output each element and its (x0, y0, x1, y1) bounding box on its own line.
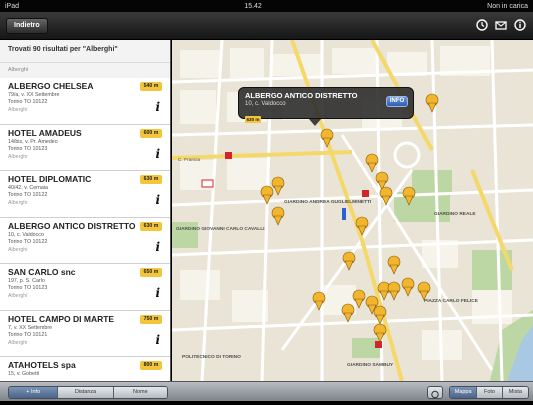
distance-badge: 540 m (140, 82, 162, 91)
current-location-marker (342, 208, 346, 220)
hotel-name: HOTEL CAMPO DI MARTE (8, 313, 115, 324)
list-item[interactable]: ALBERGO CHELSEA 79/a, v. XX Settembre To… (0, 78, 170, 125)
back-button[interactable]: Indietro (6, 18, 48, 34)
map-label-giardino-cavalli: GIARDINO GIOVANNI CARLO CAVALLI (176, 226, 265, 232)
map-label-giardino-guglielminetti: GIARDINO ANDREA GUGLIELMINETTI (284, 199, 372, 205)
hotel-category: Alberghi (8, 153, 28, 160)
info-detail-icon[interactable]: i (155, 240, 160, 254)
hotel-street: 14/bis, v. Pr. Amedeo (8, 138, 58, 145)
map-type-segmented-control: Mappa Foto Mista (449, 386, 529, 399)
list-item[interactable]: SAN CARLO snc 197, p. S. Carlo Torino TO… (0, 264, 170, 311)
device-label: iPad (5, 2, 20, 10)
status-bar: iPad 15.42 Non in carica (0, 0, 533, 12)
map-label-giardino-reale: GIARDINO REALE (434, 211, 476, 217)
distance-badge: 630 m (140, 221, 162, 231)
hotel-street: 15, v. Gobetti (8, 371, 40, 377)
hotel-category: Alberghi (8, 246, 28, 253)
segment-info[interactable]: + Info (9, 387, 59, 398)
segment-map[interactable]: Mappa (450, 387, 478, 398)
info-detail-icon[interactable]: i (155, 193, 160, 207)
hotel-city: Torino TO 10122 (8, 192, 48, 198)
distance-badge: 650 m (140, 268, 162, 277)
hotel-city: Torino TO 10121 (8, 331, 48, 338)
hotel-name: HOTEL AMADEUS (8, 127, 82, 138)
segment-photo[interactable]: Foto (477, 387, 503, 398)
list-item[interactable]: HOTEL CAMPO DI MARTE 7, v. XX Settembre … (0, 310, 170, 357)
hotel-city: Torino TO 10122 (8, 238, 48, 245)
locate-button[interactable] (427, 386, 443, 399)
section-label: Alberghi (0, 63, 170, 78)
info-icon[interactable] (512, 17, 528, 33)
map-label-corso-francia: C. Francia (178, 157, 200, 163)
hotel-street: 79/a, v. XX Settembre (8, 92, 60, 98)
callout-address: 10, c. Valdocco (245, 101, 286, 107)
clock-icon[interactable] (474, 17, 490, 33)
distance-badge: 600 m (140, 128, 162, 138)
clock-label: 15.42 (244, 2, 262, 10)
sort-segmented-control: + Info Distanza Nome (8, 386, 168, 399)
list-item[interactable]: ALBERGO ANTICO DISTRETTO 10, c. Valdocco… (0, 217, 170, 264)
hotel-category: Alberghi (8, 293, 28, 299)
callout-info-button[interactable]: INFO (386, 96, 408, 107)
segment-mixed[interactable]: Mista (502, 387, 528, 398)
hotel-city: Torino TO 10122 (8, 99, 48, 105)
info-detail-icon[interactable]: i (155, 100, 160, 114)
hotel-name: ALBERGO CHELSEA (8, 81, 94, 91)
location-icon (431, 390, 439, 399)
segment-name[interactable]: Nome (113, 387, 167, 398)
hotel-city: Torino TO 10123 (8, 285, 48, 291)
callout-title: ALBERGO ANTICO DISTRETTO (245, 91, 358, 100)
distance-badge: 800 m (140, 361, 162, 370)
map-label-politecnico: POLITECNICO DI TORINO (182, 354, 241, 360)
hotel-street: 7, v. XX Settembre (8, 324, 53, 331)
info-detail-icon[interactable]: i (155, 147, 160, 161)
hotel-name: ATAHOTELS spa (8, 360, 76, 370)
callout-tail (309, 119, 321, 126)
list-item[interactable]: HOTEL DIPLOMATIC 40/42, v. Cernaia Torin… (0, 171, 170, 218)
hotel-name: ALBERGO ANTICO DISTRETTO (8, 220, 136, 231)
battery-label: Non in carica (487, 2, 528, 10)
segment-distance[interactable]: Distanza (58, 387, 114, 398)
hotel-city: Torino TO 10123 (8, 145, 48, 152)
mail-icon[interactable] (493, 17, 509, 33)
bottom-toolbar: + Info Distanza Nome Mappa Foto Mista (0, 381, 533, 401)
hotel-street: 197, p. S. Carlo (8, 278, 45, 284)
hotel-category: Alberghi (8, 200, 28, 206)
info-detail-icon[interactable]: i (155, 333, 160, 347)
info-detail-icon[interactable]: i (155, 286, 160, 300)
results-count-header: Trovati 90 risultati per "Alberghi" (0, 40, 170, 63)
hotel-name: HOTEL DIPLOMATIC (8, 174, 92, 184)
hotel-street: 10, c. Valdocco (8, 231, 44, 238)
list-item[interactable]: ATAHOTELS spa 15, v. Gobetti 800 m (0, 357, 170, 381)
hotel-category: Alberghi (8, 107, 28, 113)
hotel-category: Alberghi (8, 339, 28, 346)
map-label-piazza-carlo-felice: PIAZZA CARLO FELICE (424, 298, 479, 304)
distance-badge: 630 m (140, 175, 162, 184)
list-item[interactable]: HOTEL AMADEUS 14/bis, v. Pr. Amedeo Tori… (0, 124, 170, 171)
map-callout[interactable]: ALBERGO ANTICO DISTRETTO 10, c. Valdocco… (238, 87, 414, 123)
distance-badge: 750 m (140, 314, 162, 324)
navigation-bar: Indietro (0, 12, 533, 40)
hotel-street: 40/42, v. Cernaia (8, 185, 48, 191)
map-label-giardino-sambuy: GIARDINO SAMBUY (347, 362, 394, 368)
callout-distance-badge: 630 m (245, 116, 261, 123)
hotel-name: SAN CARLO snc (8, 267, 76, 277)
results-sidebar: Trovati 90 risultati per "Alberghi" Albe… (0, 40, 171, 381)
